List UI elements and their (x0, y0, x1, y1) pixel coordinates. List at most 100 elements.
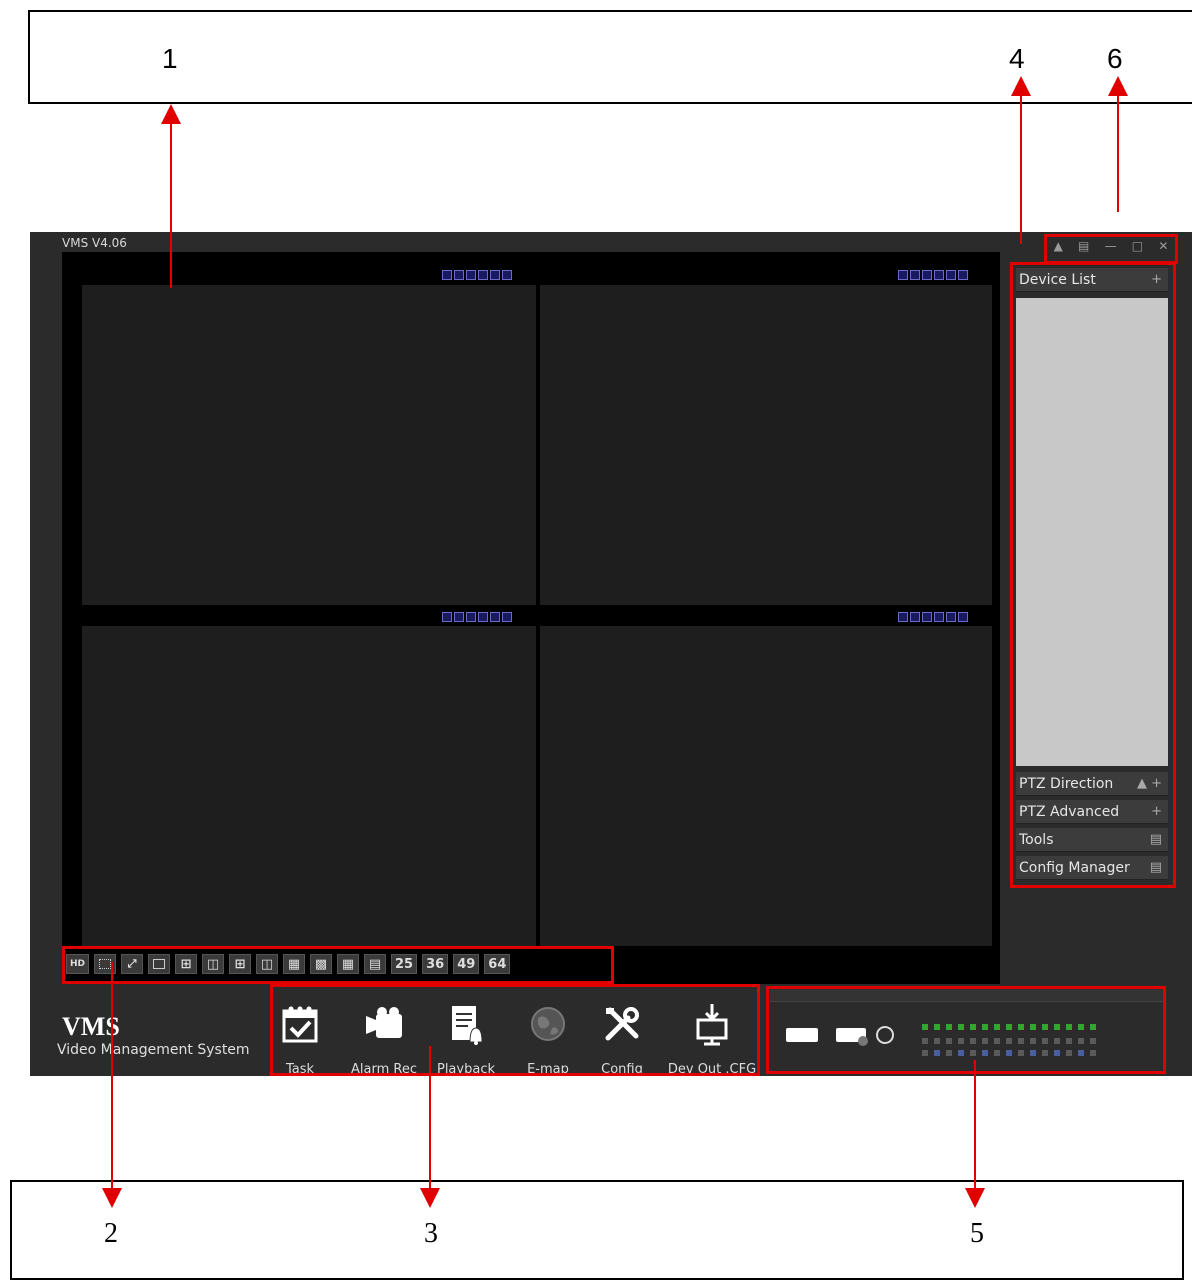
alarm-rec-button[interactable]: Alarm Rec (342, 1000, 426, 1077)
plus-icon[interactable]: + (1151, 804, 1162, 819)
status-dot-channel (934, 1050, 940, 1056)
monitor-download-icon (692, 1000, 732, 1048)
layout-1-button[interactable] (148, 954, 171, 974)
cell-toolbar (442, 612, 512, 622)
layout-36-button[interactable]: 36 (422, 954, 449, 974)
status-dot-channel (958, 1038, 964, 1044)
layout-25-button[interactable]: 25 (391, 954, 418, 974)
maximize-icon[interactable]: □ (1132, 239, 1143, 253)
status-dot-online (958, 1024, 964, 1030)
grid-icon[interactable] (454, 612, 464, 622)
status-dot-online (1054, 1024, 1060, 1030)
status-dot-online (970, 1024, 976, 1030)
status-dot-channel (946, 1050, 952, 1056)
tools-header[interactable]: Tools ▤ (1016, 828, 1168, 852)
audio-icon[interactable] (490, 612, 500, 622)
record-icon[interactable] (466, 612, 476, 622)
e-map-button[interactable]: E-map (506, 1000, 590, 1077)
fullscreen-button[interactable]: ⤢ (121, 954, 144, 974)
layout-13-button[interactable]: ▩ (310, 954, 333, 974)
status-dot-channel (1006, 1038, 1012, 1044)
layout-64-button[interactable]: 64 (484, 954, 511, 974)
vms-logo-subtitle: Video Management System (57, 1042, 250, 1058)
tools-label: Tools (1019, 831, 1054, 848)
snapshot-icon[interactable] (934, 270, 944, 280)
grid-icon[interactable] (910, 270, 920, 280)
video-cell[interactable] (540, 285, 992, 605)
status-dot-channel (958, 1050, 964, 1056)
status-dot-online (1090, 1024, 1096, 1030)
device-list-body[interactable] (1016, 298, 1168, 766)
lock-plus-icon[interactable]: ▲ + (1137, 776, 1162, 791)
lock-icon[interactable]: ▲ (1054, 239, 1063, 253)
status-dot-channel (1018, 1050, 1024, 1056)
video-cell[interactable] (82, 285, 536, 605)
close-icon[interactable] (958, 612, 968, 622)
close-icon[interactable]: ✕ (1158, 239, 1168, 253)
dev-out-cfg-label: Dev Out .CFG (667, 1062, 757, 1077)
status-header (770, 988, 1164, 1002)
callout-number-4: 4 (1009, 43, 1025, 74)
status-dot-channel (1054, 1050, 1060, 1056)
record-icon[interactable] (922, 612, 932, 622)
layout-49-button[interactable]: 49 (453, 954, 480, 974)
grid-icon[interactable] (454, 270, 464, 280)
close-icon[interactable] (502, 270, 512, 280)
cell-toolbar (898, 270, 968, 280)
alarm-rec-label: Alarm Rec (351, 1062, 417, 1077)
menu-icon[interactable]: ▤ (1078, 239, 1089, 253)
audio-icon[interactable] (490, 270, 500, 280)
status-dot-channel (1030, 1050, 1036, 1056)
record-icon[interactable] (466, 270, 476, 280)
minimize-icon[interactable]: — (1105, 239, 1117, 253)
video-area (62, 252, 1000, 984)
status-dot-channel (1018, 1038, 1024, 1044)
close-icon[interactable] (502, 612, 512, 622)
status-dot-channel (1090, 1050, 1096, 1056)
layout-icon[interactable] (442, 612, 452, 622)
layout-custom-button[interactable]: ▤ (364, 954, 387, 974)
grid-icon[interactable] (910, 612, 920, 622)
config-manager-header[interactable]: Config Manager ▤ (1016, 856, 1168, 880)
layout-6-button[interactable]: ◫ (202, 954, 225, 974)
wifi-icon (876, 1026, 894, 1044)
status-area (770, 988, 1164, 1070)
video-cell[interactable] (540, 626, 992, 946)
sd-button[interactable] (94, 954, 117, 974)
layout-icon[interactable] (898, 612, 908, 622)
playback-button[interactable]: Playback (424, 1000, 508, 1077)
snapshot-icon[interactable] (478, 270, 488, 280)
menu-icon[interactable]: ▤ (1150, 832, 1162, 847)
layout-10-button[interactable]: ▦ (283, 954, 306, 974)
close-icon[interactable] (958, 270, 968, 280)
layout-9-button[interactable]: ◫ (256, 954, 279, 974)
status-dot-online (1018, 1024, 1024, 1030)
snapshot-icon[interactable] (934, 612, 944, 622)
snapshot-icon[interactable] (478, 612, 488, 622)
menu-icon[interactable]: ▤ (1150, 860, 1162, 875)
layout-icon[interactable] (442, 270, 452, 280)
device-list-label: Device List (1019, 271, 1096, 288)
dev-out-cfg-button[interactable]: Dev Out .CFG (667, 1000, 757, 1077)
plus-icon[interactable]: + (1151, 272, 1162, 287)
audio-icon[interactable] (946, 612, 956, 622)
hd-button[interactable]: HD (66, 954, 90, 974)
layout-8-button[interactable]: ⊞ (229, 954, 252, 974)
record-icon[interactable] (922, 270, 932, 280)
ptz-advanced-header[interactable]: PTZ Advanced + (1016, 800, 1168, 824)
status-dot-channel (934, 1038, 940, 1044)
device-list-header[interactable]: Device List + (1016, 268, 1168, 292)
status-dot-online (946, 1024, 952, 1030)
ptz-direction-header[interactable]: PTZ Direction ▲ + (1016, 772, 1168, 796)
callout-number-2: 2 (104, 1218, 118, 1249)
task-button[interactable]: Task (258, 1000, 342, 1077)
layout-16-button[interactable]: ▦ (337, 954, 360, 974)
callout-box-bottom (10, 1180, 1184, 1280)
config-button[interactable]: Config (580, 1000, 664, 1077)
audio-icon[interactable] (946, 270, 956, 280)
layout-icon[interactable] (898, 270, 908, 280)
status-dot-channel (946, 1038, 952, 1044)
status-dot-online (922, 1024, 928, 1030)
video-cell[interactable] (82, 626, 536, 946)
layout-4-button[interactable]: ⊞ (175, 954, 198, 974)
